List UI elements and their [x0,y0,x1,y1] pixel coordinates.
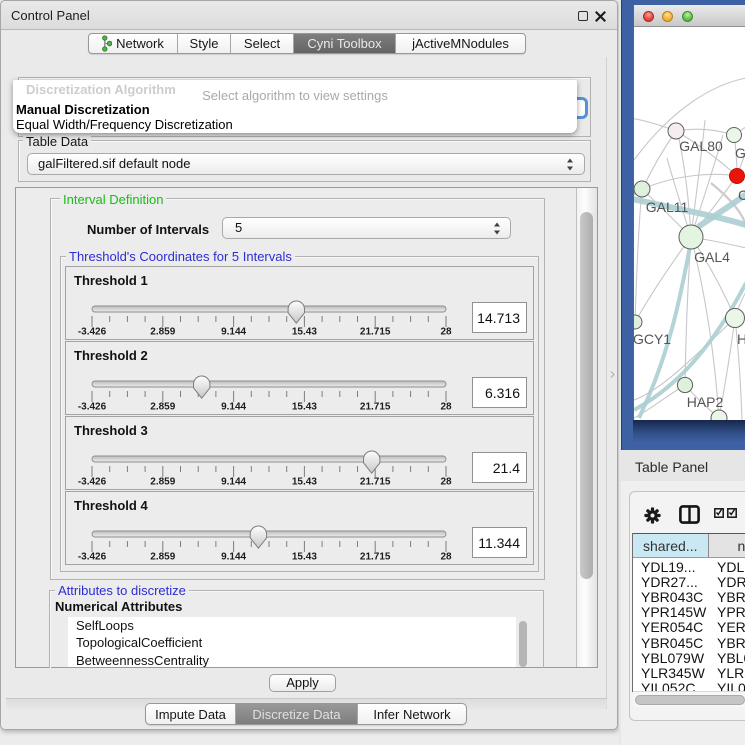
svg-text:CYC: CYC [738,187,745,203]
svg-text:15.43: 15.43 [292,477,317,488]
svg-text:15.43: 15.43 [292,327,317,338]
svg-text:GAL4: GAL4 [694,249,730,265]
svg-text:GAL11: GAL11 [646,199,689,215]
svg-text:-3.426: -3.426 [78,402,107,413]
svg-text:GAL80: GAL80 [679,138,723,154]
svg-text:21.715: 21.715 [360,552,391,563]
svg-text:28: 28 [440,327,452,338]
svg-text:9.144: 9.144 [221,477,246,488]
svg-text:HIS: HIS [737,331,745,347]
svg-text:15.43: 15.43 [292,552,317,563]
svg-text:HAP2: HAP2 [687,394,724,410]
svg-text:2.859: 2.859 [150,477,175,488]
svg-text:2.859: 2.859 [150,327,175,338]
svg-text:-3.426: -3.426 [78,477,107,488]
svg-text:-3.426: -3.426 [78,552,107,563]
svg-text:-3.426: -3.426 [78,327,107,338]
svg-text:2.859: 2.859 [150,552,175,563]
svg-text:21.715: 21.715 [360,477,391,488]
svg-text:2.859: 2.859 [150,402,175,413]
svg-text:9.144: 9.144 [221,327,246,338]
svg-text:28: 28 [440,477,452,488]
svg-text:9.144: 9.144 [221,552,246,563]
svg-text:9.144: 9.144 [221,402,246,413]
svg-text:28: 28 [440,402,452,413]
svg-text:21.715: 21.715 [360,327,391,338]
svg-text:28: 28 [440,552,452,563]
svg-text:GCY1: GCY1 [634,331,671,347]
svg-text:21.715: 21.715 [360,402,391,413]
svg-text:15.43: 15.43 [292,402,317,413]
svg-text:GAL: GAL [735,145,745,161]
